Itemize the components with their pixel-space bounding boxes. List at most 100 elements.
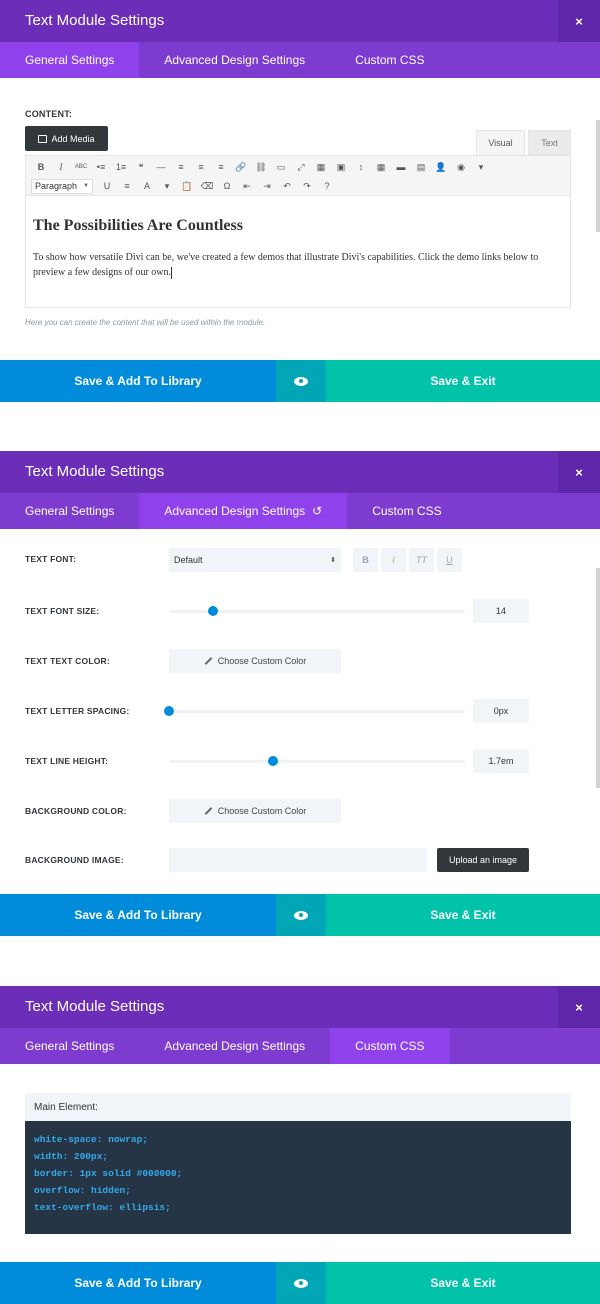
- save-add-to-library-button[interactable]: Save & Add To Library: [0, 360, 276, 402]
- close-button[interactable]: ×: [558, 451, 600, 493]
- add-media-button[interactable]: Add Media: [25, 126, 108, 151]
- close-button[interactable]: ×: [558, 0, 600, 42]
- undo-icon[interactable]: ↺: [312, 504, 322, 518]
- main-element-css-editor[interactable]: white-space: nowrap; width: 200px; borde…: [25, 1121, 571, 1234]
- tab-custom-css[interactable]: Custom CSS: [330, 42, 449, 78]
- save-add-to-library-button[interactable]: Save & Add To Library: [0, 894, 276, 936]
- underline-button[interactable]: U: [437, 548, 462, 572]
- save-exit-button[interactable]: Save & Exit: [326, 894, 600, 936]
- content-hint: Here you can create the content that wil…: [25, 318, 266, 327]
- scrollbar[interactable]: [596, 120, 600, 232]
- tab-general-settings[interactable]: General Settings: [0, 1028, 139, 1064]
- text-color-label: TEXT TEXT COLOR:: [25, 656, 110, 666]
- eye-icon: [294, 376, 308, 386]
- swap-icon[interactable]: ↕: [351, 158, 371, 176]
- italic-button[interactable]: I: [381, 548, 406, 572]
- strikethrough-icon[interactable]: ABC: [71, 158, 91, 176]
- close-button[interactable]: ×: [558, 986, 600, 1028]
- scrollbar[interactable]: [596, 568, 600, 788]
- editor-tab-text[interactable]: Text: [528, 130, 571, 155]
- link-icon[interactable]: 🔗: [231, 158, 251, 176]
- align-center-icon[interactable]: ≡: [191, 158, 211, 176]
- slider-handle[interactable]: [164, 706, 174, 716]
- editor-tab-visual[interactable]: Visual: [476, 130, 525, 155]
- text-font-select[interactable]: Default ⬍: [169, 548, 341, 572]
- settings-tabs: General Settings Advanced Design Setting…: [0, 493, 600, 529]
- module-color-icon[interactable]: ▦: [371, 158, 391, 176]
- align-left-icon[interactable]: ≡: [171, 158, 191, 176]
- clear-format-icon[interactable]: ⌫: [197, 177, 217, 195]
- text-font-label: TEXT FONT:: [25, 554, 77, 564]
- blockquote-icon[interactable]: ❝: [131, 158, 151, 176]
- italic-icon[interactable]: I: [51, 158, 71, 176]
- text-font-size-input[interactable]: 14: [473, 599, 529, 623]
- unlink-icon[interactable]: ⛓: [251, 158, 271, 176]
- chevron-down-icon: ▼: [83, 183, 89, 189]
- main-element-label: Main Element:: [25, 1093, 571, 1121]
- background-image-input[interactable]: [169, 848, 427, 872]
- bold-button[interactable]: B: [353, 548, 378, 572]
- modal-footer: Save & Add To Library Save & Exit: [0, 1262, 600, 1304]
- bold-icon[interactable]: B: [31, 158, 51, 176]
- paste-text-icon[interactable]: 📋: [177, 177, 197, 195]
- indent-icon[interactable]: ⇥: [257, 177, 277, 195]
- undo-icon[interactable]: ↶: [277, 177, 297, 195]
- tab-custom-css[interactable]: Custom CSS: [330, 1028, 450, 1064]
- underline-icon[interactable]: U: [97, 177, 117, 195]
- content-editor[interactable]: B I ABC •≡ 1≡ ❝ — ≡ ≡ ≡ 🔗 ⛓ ▭ ⤢ ▦ ▣ ↕ ▦ ▬ ▤ 👤 ◉ ▾ Paragraph ▼ …: [25, 155, 571, 308]
- more-icon[interactable]: ▾: [471, 158, 491, 176]
- code-line: overflow: hidden;: [34, 1185, 131, 1196]
- eyedropper-icon: [204, 807, 213, 815]
- content-body[interactable]: To show how versatile Divi can be, we've…: [33, 250, 553, 280]
- code-line: text-overflow: ellipsis;: [34, 1202, 171, 1213]
- background-color-label: BACKGROUND COLOR:: [25, 806, 127, 816]
- save-exit-button[interactable]: Save & Exit: [326, 1262, 600, 1304]
- modal-header: Text Module Settings ×: [0, 0, 600, 42]
- format-select[interactable]: Paragraph ▼: [31, 178, 93, 194]
- user-icon[interactable]: 👤: [431, 158, 451, 176]
- justify-icon[interactable]: ≡: [117, 177, 137, 195]
- fullscreen-icon[interactable]: ⤢: [291, 158, 311, 176]
- align-right-icon[interactable]: ≡: [211, 158, 231, 176]
- redo-icon[interactable]: ↷: [297, 177, 317, 195]
- layout-icon[interactable]: ▤: [411, 158, 431, 176]
- table-icon[interactable]: ▦: [311, 158, 331, 176]
- preview-button[interactable]: [276, 894, 326, 936]
- text-color-icon[interactable]: A: [137, 177, 157, 195]
- upload-image-button[interactable]: Upload an image: [437, 848, 529, 872]
- code-line: width: 200px;: [34, 1151, 109, 1162]
- special-char-icon[interactable]: Ω: [217, 177, 237, 195]
- save-exit-button[interactable]: Save & Exit: [326, 360, 600, 402]
- slider-handle[interactable]: [208, 606, 219, 616]
- tab-general-settings[interactable]: General Settings: [0, 493, 139, 529]
- add-media-label: Add Media: [51, 133, 95, 144]
- tab-custom-css[interactable]: Custom CSS: [347, 493, 466, 529]
- preview-button[interactable]: [276, 360, 326, 402]
- uppercase-button[interactable]: TT: [409, 548, 434, 572]
- slider-handle[interactable]: [267, 756, 278, 766]
- tab-general-settings[interactable]: General Settings: [0, 42, 140, 78]
- tab-advanced-design-settings[interactable]: Advanced Design Settings: [139, 1028, 330, 1064]
- settings-tabs: General Settings Advanced Design Setting…: [0, 42, 600, 78]
- tab-advanced-design-settings[interactable]: Advanced Design Settings ↺: [139, 493, 348, 529]
- numbered-list-icon[interactable]: 1≡: [111, 158, 131, 176]
- content-heading[interactable]: The Possibilities Are Countless: [33, 217, 243, 235]
- divider-color-icon[interactable]: ▬: [391, 158, 411, 176]
- help-icon[interactable]: ?: [317, 177, 337, 195]
- read-more-icon[interactable]: ▭: [271, 158, 291, 176]
- bullet-list-icon[interactable]: •≡: [91, 158, 111, 176]
- preview-button[interactable]: [276, 1262, 326, 1304]
- save-add-to-library-button[interactable]: Save & Add To Library: [0, 1262, 276, 1304]
- line-height-slider[interactable]: [169, 760, 465, 763]
- line-height-input[interactable]: 1.7em: [473, 749, 529, 773]
- tab-advanced-design-settings[interactable]: Advanced Design Settings: [139, 42, 330, 78]
- letter-spacing-input[interactable]: 0px: [473, 699, 529, 723]
- outdent-icon[interactable]: ⇤: [237, 177, 257, 195]
- choose-text-color-button[interactable]: Choose Custom Color: [169, 649, 341, 673]
- letter-spacing-slider[interactable]: [169, 710, 465, 713]
- shortcode-icon[interactable]: ▣: [331, 158, 351, 176]
- choose-background-color-button[interactable]: Choose Custom Color: [169, 799, 341, 823]
- circle-icon[interactable]: ◉: [451, 158, 471, 176]
- horizontal-rule-icon[interactable]: —: [151, 158, 171, 176]
- color-dropdown-icon[interactable]: ▾: [157, 177, 177, 195]
